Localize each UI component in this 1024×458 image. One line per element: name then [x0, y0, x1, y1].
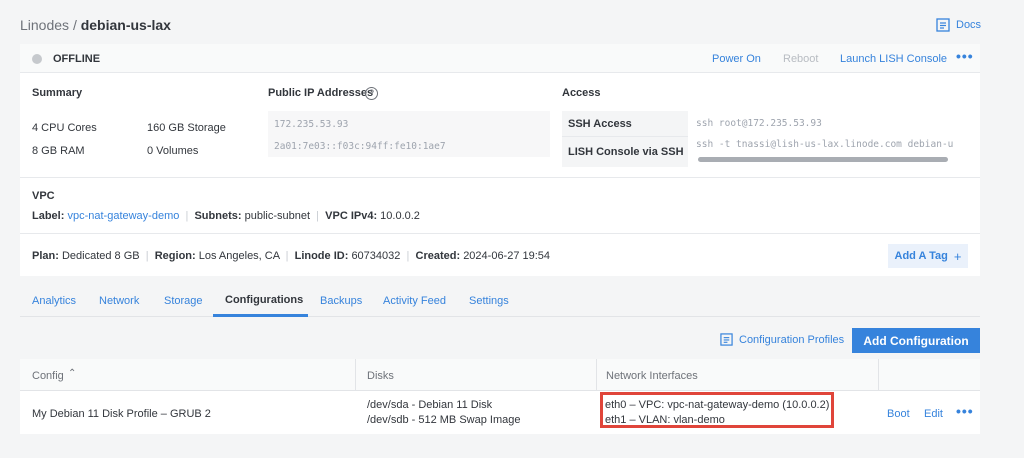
configuration-profiles-label[interactable]: Configuration Profiles: [739, 334, 844, 346]
column-divider: [355, 359, 356, 391]
help-icon[interactable]: ?: [365, 87, 378, 100]
separator: |: [403, 250, 413, 262]
ipv6-address[interactable]: 2a01:7e03::f03c:94ff:fe10:1ae7: [274, 141, 446, 152]
interface-eth0: eth0 – VPC: vpc-nat-gateway-demo (10.0.0…: [605, 399, 830, 411]
sort-ascending-icon[interactable]: ⌃: [68, 368, 76, 379]
cpu-cores: 4 CPU Cores: [32, 122, 97, 134]
created-value: 2024-06-27 19:54: [463, 250, 551, 262]
breadcrumb-current[interactable]: debian-us-lax: [81, 17, 171, 33]
boot-button[interactable]: Boot: [887, 408, 910, 420]
breadcrumb-separator: /: [72, 17, 77, 33]
lish-console-value[interactable]: ssh -t tnassi@lish-us-lax.linode.com deb…: [696, 139, 953, 150]
separator: |: [282, 250, 292, 262]
lish-label-cell: LISH Console via SSH: [562, 137, 688, 167]
table-row: My Debian 11 Disk Profile – GRUB 2 /dev/…: [20, 391, 980, 434]
launch-lish-button[interactable]: Launch LISH Console: [840, 53, 947, 65]
document-icon: [720, 333, 733, 346]
vpc-ipv4-value: 10.0.0.2: [380, 210, 420, 222]
storage-size: 160 GB Storage: [147, 122, 226, 134]
vpc-details: Label: vpc-nat-gateway-demo | Subnets: p…: [32, 210, 420, 222]
plan-key: Plan:: [32, 250, 59, 262]
plus-icon: +: [953, 248, 962, 264]
status-label: OFFLINE: [53, 53, 101, 65]
header-disks: Disks: [367, 370, 394, 382]
more-actions-icon[interactable]: •••: [956, 48, 974, 64]
vpc-subnets-value: public-subnet: [244, 210, 311, 222]
lish-scrollbar[interactable]: [698, 157, 948, 162]
separator: |: [142, 250, 152, 262]
status-indicator-icon: [32, 54, 42, 64]
add-configuration-button[interactable]: Add Configuration: [852, 328, 980, 353]
linode-id-value: 60734032: [351, 250, 401, 262]
vpc-ipv4-key: VPC IPv4:: [325, 210, 378, 222]
breadcrumb-parent[interactable]: Linodes: [20, 17, 69, 33]
linode-meta: Plan: Dedicated 8 GB | Region: Los Angel…: [32, 250, 550, 262]
lish-value-box: ssh -t tnassi@lish-us-lax.linode.com deb…: [696, 137, 960, 167]
add-tag-label: Add A Tag: [894, 250, 948, 262]
document-icon: [936, 18, 950, 32]
ip-box: 172.235.53.93 2a01:7e03::f03c:94ff:fe10:…: [268, 111, 550, 157]
divider: [20, 177, 980, 178]
status-bar: OFFLINE Power On Reboot Launch LISH Cons…: [20, 44, 980, 73]
linode-id-key: Linode ID:: [294, 250, 349, 262]
table-header: Config ⌃ Disks Network Interfaces: [20, 359, 980, 391]
config-table: Config ⌃ Disks Network Interfaces My Deb…: [20, 359, 980, 434]
docs-link[interactable]: Docs: [936, 18, 981, 32]
summary-title: Summary: [32, 87, 83, 99]
linode-info-panel: Summary 4 CPU Cores 160 GB Storage 8 GB …: [20, 73, 980, 276]
vpc-label-key: Label:: [32, 210, 65, 222]
docs-label[interactable]: Docs: [956, 19, 981, 31]
tab-analytics[interactable]: Analytics: [32, 295, 76, 307]
region-key: Region:: [154, 250, 196, 262]
created-key: Created:: [415, 250, 461, 262]
disk-sda: /dev/sda - Debian 11 Disk: [367, 399, 493, 411]
tab-backups[interactable]: Backups: [320, 295, 362, 307]
network-interfaces-highlight: eth0 – VPC: vpc-nat-gateway-demo (10.0.0…: [600, 392, 834, 428]
reboot-button[interactable]: Reboot: [783, 53, 818, 65]
configuration-profiles-link[interactable]: Configuration Profiles: [720, 333, 844, 346]
tab-storage[interactable]: Storage: [164, 295, 203, 307]
plan-value: Dedicated 8 GB: [61, 250, 140, 262]
ipv4-address[interactable]: 172.235.53.93: [274, 119, 348, 130]
vpc-label-link[interactable]: vpc-nat-gateway-demo: [67, 210, 179, 222]
power-on-button[interactable]: Power On: [712, 53, 761, 65]
separator: |: [313, 210, 323, 222]
divider: [20, 233, 980, 234]
lish-console-label: LISH Console via SSH: [568, 146, 684, 158]
tab-activity-feed[interactable]: Activity Feed: [383, 295, 446, 307]
header-network-interfaces: Network Interfaces: [606, 370, 698, 382]
column-divider: [878, 359, 879, 391]
add-configuration-label: Add Configuration: [863, 333, 969, 348]
ram-size: 8 GB RAM: [32, 145, 85, 157]
separator: |: [182, 210, 192, 222]
column-divider: [596, 359, 597, 391]
breadcrumb: Linodes / debian-us-lax: [20, 17, 171, 33]
ssh-access-label: SSH Access: [568, 118, 632, 130]
region-value: Los Angeles, CA: [198, 250, 280, 262]
ip-addresses-title: Public IP Addresses: [268, 87, 374, 99]
access-table: SSH Access ssh root@172.235.53.93 LISH C…: [562, 111, 962, 167]
disk-sdb: /dev/sdb - 512 MB Swap Image: [367, 414, 521, 426]
vpc-title: VPC: [32, 190, 55, 202]
interface-eth1: eth1 – VLAN: vlan-demo: [605, 414, 725, 426]
access-title: Access: [562, 87, 601, 99]
more-actions-icon[interactable]: •••: [956, 403, 974, 419]
ssh-access-value[interactable]: ssh root@172.235.53.93: [696, 118, 822, 129]
tab-network[interactable]: Network: [99, 295, 139, 307]
tab-configurations[interactable]: Configurations: [225, 294, 303, 306]
ssh-access-label-cell: SSH Access: [562, 111, 688, 137]
volumes-count: 0 Volumes: [147, 145, 199, 157]
active-tab-indicator: [213, 314, 308, 317]
vpc-subnets-key: Subnets:: [194, 210, 242, 222]
header-config[interactable]: Config: [32, 370, 64, 382]
config-name: My Debian 11 Disk Profile – GRUB 2: [32, 408, 211, 420]
add-tag-button[interactable]: Add A Tag +: [888, 244, 968, 268]
edit-button[interactable]: Edit: [924, 408, 943, 420]
tab-bar: Analytics Network Storage Configurations…: [20, 285, 980, 317]
tab-settings[interactable]: Settings: [469, 295, 509, 307]
